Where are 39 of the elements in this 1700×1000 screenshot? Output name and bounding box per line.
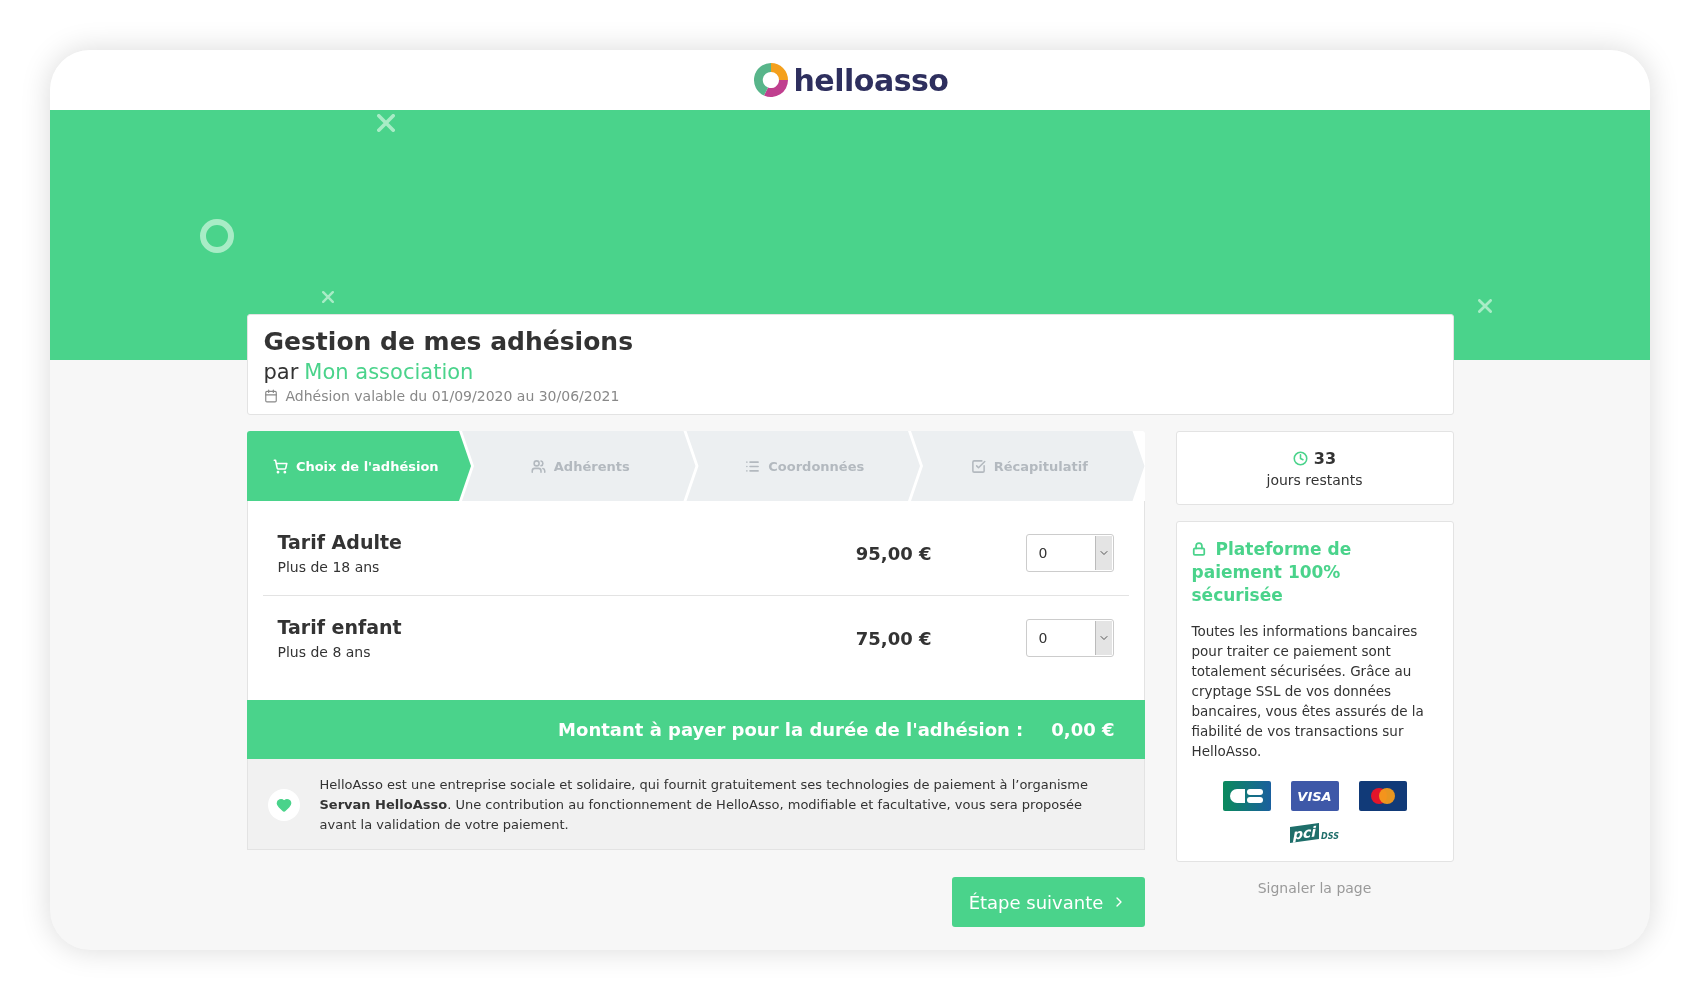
calendar-icon — [263, 389, 278, 403]
validity-text: Adhésion valable du 01/09/2020 au 30/06/2021 — [285, 388, 620, 404]
days-label: jours restants — [1266, 471, 1363, 488]
form-title: Gestion de mes adhésions — [263, 327, 635, 356]
circle-icon — [199, 218, 235, 254]
organization-link[interactable]: Mon association — [304, 360, 474, 384]
note-text: HelloAsso est une entreprise sociale et solidaire, qui fournit gratuitement ses technologies de paiement à l’organisme Servan HelloAsso. Une contribution au fonctionnement de HelloAsso, modifiable et facultative, vous sera proposée avant la validation de votre paiement. — [319, 776, 1089, 834]
tariff-price: 95,00 € — [854, 542, 932, 564]
cross-icon — [322, 291, 334, 303]
logo-text: helloasso — [793, 62, 949, 98]
clock-icon — [1292, 450, 1308, 466]
card-logo-icon — [1222, 781, 1271, 811]
days-count: 33 — [1313, 448, 1337, 468]
next-step-button[interactable]: Étape suivante — [951, 877, 1145, 927]
security-text: Toutes les informations bancaires pour traiter ce paiement sont totalement sécurisées. Grâce au cryptage SSL de vos données bancaires, vous êtes assurés de la fiabilité de vos transactions sur HelloAsso. — [1191, 622, 1425, 761]
quantity-select[interactable]: 0 — [1025, 534, 1114, 572]
card-logo-icon — [1358, 781, 1407, 811]
cross-icon — [377, 114, 395, 132]
by-label: par — [263, 360, 299, 384]
tariff-price: 75,00 € — [854, 627, 932, 649]
card-logo: VISA — [1290, 781, 1339, 811]
logo-icon — [751, 61, 790, 99]
lock-icon — [1191, 542, 1206, 556]
cart-icon — [272, 458, 288, 474]
step-tab[interactable]: Choix de l'adhésion — [246, 431, 471, 501]
list-icon — [745, 458, 761, 474]
checkbox-icon — [970, 458, 986, 474]
total-label: Montant à payer pour la durée de l'adhésion : — [558, 719, 1024, 740]
pci-dss-logo: pci DSS — [1290, 825, 1339, 841]
report-link[interactable]: Signaler la page — [1257, 880, 1372, 896]
tariff-description: Plus de 8 ans — [277, 644, 372, 660]
total-amount: 0,00 € — [1051, 719, 1115, 740]
quantity-select[interactable]: 0 — [1025, 619, 1114, 657]
tariff-description: Plus de 18 ans — [277, 559, 381, 575]
tariff-name: Tarif Adulte — [277, 531, 403, 553]
users-icon — [530, 458, 546, 474]
cross-icon — [1478, 299, 1492, 313]
security-title: Plateforme de paiement 100% sécurisée — [1191, 538, 1353, 607]
tariff-name: Tarif enfant — [277, 616, 403, 638]
